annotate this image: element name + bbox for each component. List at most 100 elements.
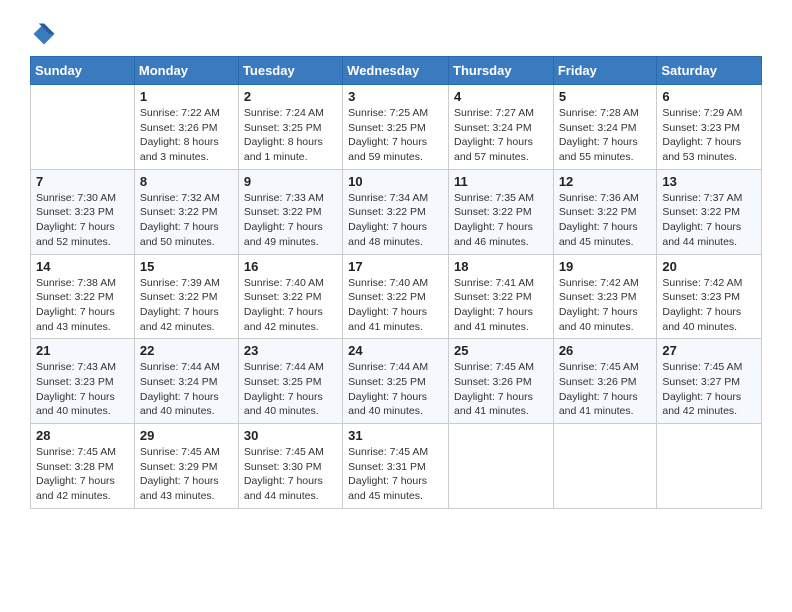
- sunset-text: Sunset: 3:23 PM: [36, 206, 114, 218]
- daylight-text: Daylight: 8 hours and 1 minute.: [244, 136, 323, 163]
- weekday-header-sunday: Sunday: [31, 57, 135, 85]
- calendar-cell: 4Sunrise: 7:27 AMSunset: 3:24 PMDaylight…: [449, 85, 554, 170]
- sunset-text: Sunset: 3:25 PM: [348, 122, 426, 134]
- daylight-text: Daylight: 7 hours and 44 minutes.: [244, 475, 323, 502]
- day-info: Sunrise: 7:33 AMSunset: 3:22 PMDaylight:…: [244, 191, 337, 250]
- daylight-text: Daylight: 7 hours and 40 minutes.: [140, 391, 219, 418]
- calendar-cell: 16Sunrise: 7:40 AMSunset: 3:22 PMDayligh…: [238, 254, 342, 339]
- daylight-text: Daylight: 7 hours and 41 minutes.: [348, 306, 427, 333]
- day-info: Sunrise: 7:45 AMSunset: 3:29 PMDaylight:…: [140, 445, 233, 504]
- calendar-cell: 15Sunrise: 7:39 AMSunset: 3:22 PMDayligh…: [134, 254, 238, 339]
- sunrise-text: Sunrise: 7:37 AM: [662, 192, 742, 204]
- weekday-header-monday: Monday: [134, 57, 238, 85]
- sunrise-text: Sunrise: 7:34 AM: [348, 192, 428, 204]
- calendar-cell: 1 Sunrise: 7:22 AMSunset: 3:26 PMDaylight…: [134, 85, 238, 170]
- day-info: Sunrise: 7:44 AMSunset: 3:25 PMDaylight:…: [244, 360, 337, 419]
- calendar-cell: 20Sunrise: 7:42 AMSunset: 3:23 PMDayligh…: [657, 254, 762, 339]
- day-number: 27: [662, 343, 756, 358]
- day-number: 18: [454, 259, 548, 274]
- sunset-text: Sunset: 3:23 PM: [559, 291, 637, 303]
- sunset-text: Sunset: 3:25 PM: [348, 376, 426, 388]
- calendar-cell: 31Sunrise: 7:45 AMSunset: 3:31 PMDayligh…: [343, 424, 449, 509]
- sunrise-text: Sunrise: 7:35 AM: [454, 192, 534, 204]
- day-info: Sunrise: 7:45 AMSunset: 3:31 PMDaylight:…: [348, 445, 443, 504]
- daylight-text: Daylight: 7 hours and 42 minutes.: [662, 391, 741, 418]
- sunrise-text: Sunrise: 7:29 AM: [662, 107, 742, 119]
- sunset-text: Sunset: 3:23 PM: [662, 291, 740, 303]
- sunrise-text: Sunrise: 7:45 AM: [244, 446, 324, 458]
- calendar-cell: 10Sunrise: 7:34 AMSunset: 3:22 PMDayligh…: [343, 169, 449, 254]
- day-info: Sunrise: 7:40 AMSunset: 3:22 PMDaylight:…: [348, 276, 443, 335]
- daylight-text: Daylight: 7 hours and 41 minutes.: [559, 391, 638, 418]
- sunrise-text: Sunrise: 7:25 AM: [348, 107, 428, 119]
- sunrise-text: Sunrise: 7:45 AM: [36, 446, 116, 458]
- day-info: Sunrise: 7:27 AMSunset: 3:24 PMDaylight:…: [454, 106, 548, 165]
- sunrise-text: Sunrise: 7:42 AM: [559, 277, 639, 289]
- sunrise-text: Sunrise: 7:36 AM: [559, 192, 639, 204]
- sunrise-text: Sunrise: 7:43 AM: [36, 361, 116, 373]
- sunrise-text: Sunrise: 7:44 AM: [348, 361, 428, 373]
- calendar-cell: 8 Sunrise: 7:32 AMSunset: 3:22 PMDaylight…: [134, 169, 238, 254]
- day-number: 30: [244, 428, 337, 443]
- day-number: 13: [662, 174, 756, 189]
- calendar-table: SundayMondayTuesdayWednesdayThursdayFrid…: [30, 56, 762, 509]
- day-info: Sunrise: 7:37 AMSunset: 3:22 PMDaylight:…: [662, 191, 756, 250]
- day-number: 7: [36, 174, 129, 189]
- sunset-text: Sunset: 3:24 PM: [559, 122, 637, 134]
- day-info: Sunrise: 7:44 AMSunset: 3:25 PMDaylight:…: [348, 360, 443, 419]
- day-number: 1: [140, 89, 233, 104]
- daylight-text: Daylight: 7 hours and 52 minutes.: [36, 221, 115, 248]
- sunrise-text: Sunrise: 7:45 AM: [140, 446, 220, 458]
- daylight-text: Daylight: 7 hours and 45 minutes.: [348, 475, 427, 502]
- calendar-cell: [657, 424, 762, 509]
- day-info: Sunrise: 7:36 AMSunset: 3:22 PMDaylight:…: [559, 191, 652, 250]
- calendar-cell: 22Sunrise: 7:44 AMSunset: 3:24 PMDayligh…: [134, 339, 238, 424]
- calendar-cell: 21Sunrise: 7:43 AMSunset: 3:23 PMDayligh…: [31, 339, 135, 424]
- weekday-header-saturday: Saturday: [657, 57, 762, 85]
- day-info: Sunrise: 7:32 AMSunset: 3:22 PMDaylight:…: [140, 191, 233, 250]
- daylight-text: Daylight: 7 hours and 45 minutes.: [559, 221, 638, 248]
- sunrise-text: Sunrise: 7:45 AM: [348, 446, 428, 458]
- day-info: Sunrise: 7:40 AMSunset: 3:22 PMDaylight:…: [244, 276, 337, 335]
- day-info: Sunrise: 7:28 AMSunset: 3:24 PMDaylight:…: [559, 106, 652, 165]
- weekday-header-thursday: Thursday: [449, 57, 554, 85]
- sunset-text: Sunset: 3:22 PM: [454, 291, 532, 303]
- daylight-text: Daylight: 7 hours and 53 minutes.: [662, 136, 741, 163]
- sunset-text: Sunset: 3:24 PM: [140, 376, 218, 388]
- weekday-header-row: SundayMondayTuesdayWednesdayThursdayFrid…: [31, 57, 762, 85]
- sunrise-text: Sunrise: 7:38 AM: [36, 277, 116, 289]
- calendar-cell: 17Sunrise: 7:40 AMSunset: 3:22 PMDayligh…: [343, 254, 449, 339]
- day-info: Sunrise: 7:30 AM Sunset: 3:23 PM Daylight:…: [36, 191, 129, 250]
- sunrise-text: Sunrise: 7:24 AM: [244, 107, 324, 119]
- calendar-cell: [553, 424, 657, 509]
- day-info: Sunrise: 7:42 AMSunset: 3:23 PMDaylight:…: [662, 276, 756, 335]
- sunrise-text: Sunrise: 7:28 AM: [559, 107, 639, 119]
- day-info: Sunrise: 7:35 AMSunset: 3:22 PMDaylight:…: [454, 191, 548, 250]
- calendar-cell: 2 Sunrise: 7:24 AM Sunset: 3:25 PM Daylight…: [238, 85, 342, 170]
- day-info: Sunrise: 7:44 AMSunset: 3:24 PMDaylight:…: [140, 360, 233, 419]
- day-number: 8: [140, 174, 233, 189]
- sunset-text: Sunset: 3:23 PM: [662, 122, 740, 134]
- sunset-text: Sunset: 3:24 PM: [454, 122, 532, 134]
- day-number: 2: [244, 89, 337, 104]
- day-info: Sunrise: 7:41 AMSunset: 3:22 PMDaylight:…: [454, 276, 548, 335]
- sunset-text: Sunset: 3:22 PM: [140, 291, 218, 303]
- week-row-3: 14 Sunrise: 7:38 AM Sunset: 3:22 PM Dayligh…: [31, 254, 762, 339]
- day-number: 14: [36, 259, 129, 274]
- calendar-cell: [31, 85, 135, 170]
- sunset-text: Sunset: 3:26 PM: [454, 376, 532, 388]
- weekday-header-wednesday: Wednesday: [343, 57, 449, 85]
- day-info: Sunrise: 7:25 AMSunset: 3:25 PMDaylight:…: [348, 106, 443, 165]
- daylight-text: Daylight: 7 hours and 43 minutes.: [140, 475, 219, 502]
- day-info: Sunrise: 7:22 AMSunset: 3:26 PMDaylight:…: [140, 106, 233, 165]
- sunrise-text: Sunrise: 7:27 AM: [454, 107, 534, 119]
- calendar-cell: 13 Sunrise: 7:37 AMSunset: 3:22 PMDayligh…: [657, 169, 762, 254]
- sunrise-text: Sunrise: 7:30 AM: [36, 192, 116, 204]
- day-number: 28: [36, 428, 129, 443]
- sunrise-text: Sunrise: 7:39 AM: [140, 277, 220, 289]
- calendar-cell: 3Sunrise: 7:25 AMSunset: 3:25 PMDaylight…: [343, 85, 449, 170]
- calendar-cell: 5Sunrise: 7:28 AMSunset: 3:24 PMDaylight…: [553, 85, 657, 170]
- sunset-text: Sunset: 3:25 PM: [244, 122, 322, 134]
- calendar-cell: 23Sunrise: 7:44 AMSunset: 3:25 PMDayligh…: [238, 339, 342, 424]
- calendar-cell: 29Sunrise: 7:45 AMSunset: 3:29 PMDayligh…: [134, 424, 238, 509]
